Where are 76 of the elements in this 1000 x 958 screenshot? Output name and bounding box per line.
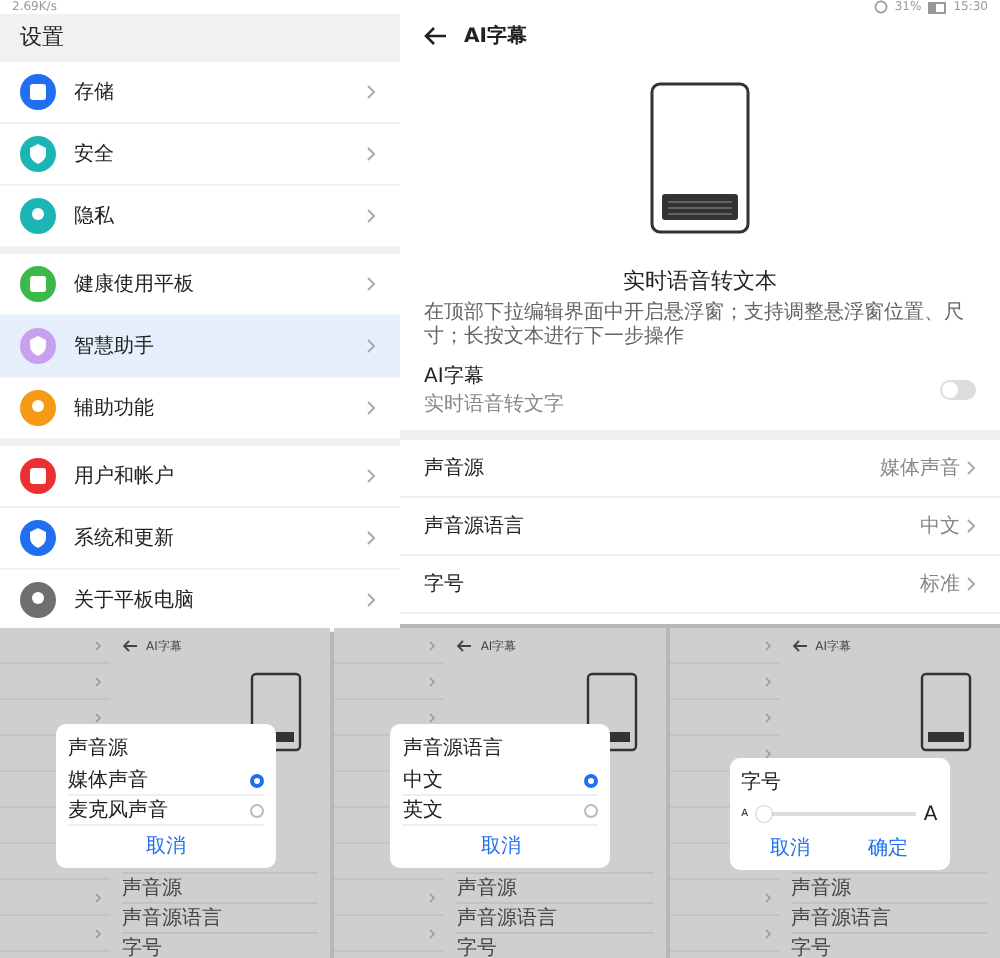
chevron-icon [94, 927, 102, 939]
settings-row: 声音源语言 [122, 902, 319, 932]
chevron-icon [94, 639, 102, 651]
back-arrow-icon[interactable] [424, 26, 448, 46]
radio-option[interactable]: 麦克风声音 [68, 796, 264, 826]
radio-option[interactable]: 中文 [402, 766, 599, 796]
settings-row[interactable]: 声音源 媒体声音 [400, 440, 1000, 498]
chevron-icon [366, 468, 376, 484]
back-arrow-icon [456, 640, 473, 652]
dialog-title: 声音源 [68, 735, 130, 762]
dialog-title: 声音源语言 [402, 735, 505, 762]
dialog-button[interactable]: 取消 [468, 830, 533, 862]
settings-row: 字号 [456, 932, 654, 958]
caption-title: 实时语音转文本 [621, 266, 779, 296]
chevron-icon [428, 711, 437, 723]
chevron-icon [366, 530, 376, 546]
settings-item[interactable]: 存储 [0, 62, 400, 124]
radio-option[interactable]: 英文 [402, 796, 599, 826]
chevron-icon [94, 675, 102, 687]
settings-row[interactable]: 字号 标准 [400, 556, 1000, 614]
battery-icon [927, 1, 948, 13]
chevron-icon [94, 711, 102, 723]
settings-item[interactable]: 智慧助手 [0, 316, 400, 378]
settings-row: 字号 [791, 932, 988, 958]
chevron-icon [428, 927, 437, 939]
settings-item[interactable]: 系统和更新 [0, 508, 400, 570]
chevron-icon [428, 675, 437, 687]
settings-row: 声音源语言 [456, 902, 654, 932]
caption-description: 在顶部下拉编辑界面中开启悬浮窗；支持调整悬浮窗位置、尺寸；长按文本进行下一步操作 [422, 299, 966, 350]
chevron-icon [763, 891, 772, 903]
settings-row: 声音源 [791, 872, 988, 902]
chevron-icon [366, 84, 376, 100]
chevron-icon [366, 208, 376, 224]
alarm-icon [874, 0, 889, 14]
dialog-button[interactable]: 确定 [856, 832, 921, 864]
toggle-sublabel: 实时语音转文字 [424, 391, 566, 418]
toggle-label: AI字幕 [424, 363, 486, 390]
settings-item[interactable]: 安全 [0, 124, 400, 186]
chevron-icon [763, 675, 772, 687]
radio-button[interactable] [584, 773, 599, 787]
tablet-drawing [919, 672, 972, 752]
chevron-icon [366, 400, 376, 416]
chevron-icon [763, 639, 772, 651]
settings-item[interactable]: 隐私 [0, 186, 400, 248]
settings-row: 声音源 [456, 872, 654, 902]
chevron-icon [763, 711, 772, 723]
chevron-icon [366, 338, 376, 354]
radio-button[interactable] [250, 803, 264, 817]
page-title: AI字幕 [464, 22, 527, 50]
large-a-label: A [923, 803, 938, 825]
chevron-icon [428, 891, 437, 903]
radio-option[interactable]: 媒体声音 [68, 766, 264, 796]
chevron-icon [966, 460, 976, 476]
chevron-icon [763, 747, 772, 759]
settings-row: 声音源语言 [791, 902, 988, 932]
settings-row[interactable]: 声音源语言 中文 [400, 498, 1000, 556]
dialog-button[interactable]: 取消 [134, 830, 198, 862]
chevron-icon [366, 146, 376, 162]
chevron-icon [966, 518, 976, 534]
chevron-icon [763, 927, 772, 939]
chevron-icon [428, 639, 437, 651]
back-arrow-icon [791, 640, 808, 652]
toggle-switch[interactable] [940, 380, 976, 400]
settings-row: 字号 [122, 932, 319, 958]
chevron-icon [94, 891, 102, 903]
settings-item[interactable]: 用户和帐户 [0, 446, 400, 508]
radio-button[interactable] [250, 773, 264, 787]
chevron-icon [366, 592, 376, 608]
chevron-icon [366, 276, 376, 292]
dialog-title: 字号 [741, 769, 784, 796]
settings-row: 声音源 [122, 872, 319, 902]
radio-button[interactable] [584, 803, 599, 817]
back-arrow-icon [122, 640, 138, 652]
settings-item[interactable]: 辅助功能 [0, 378, 400, 440]
chevron-icon [966, 576, 976, 592]
dialog-button[interactable]: 取消 [758, 832, 823, 864]
